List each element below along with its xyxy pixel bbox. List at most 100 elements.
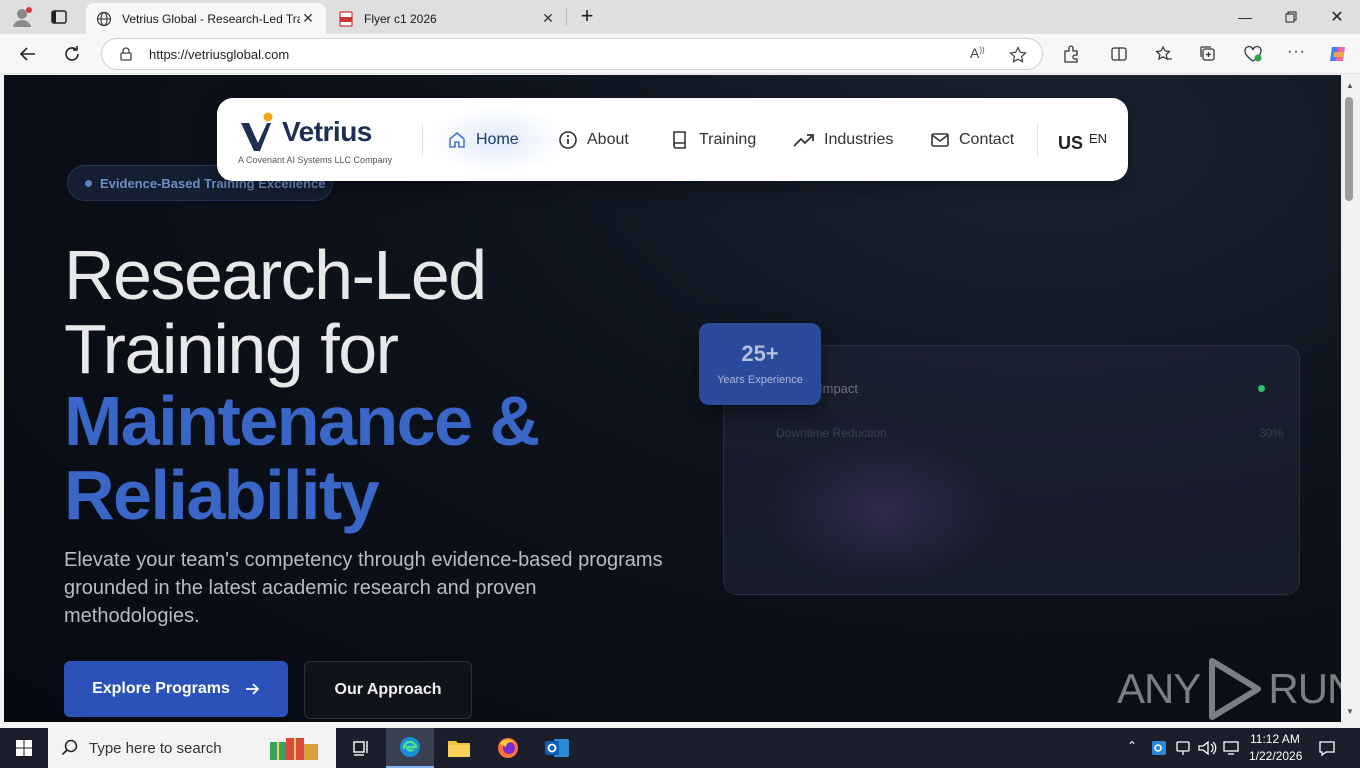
arrow-right-icon bbox=[245, 683, 260, 695]
windows-logo-icon bbox=[16, 740, 32, 756]
play-logo-icon bbox=[1209, 658, 1262, 720]
clock-date[interactable]: 1/22/2026 bbox=[1249, 749, 1302, 763]
scrollbar-thumb[interactable] bbox=[1345, 97, 1353, 201]
refresh-button[interactable] bbox=[58, 40, 86, 68]
taskbar-file-explorer[interactable] bbox=[435, 728, 483, 768]
windows-taskbar: Type here to search ⌃ 11:12 AM 1/22/2026 bbox=[0, 728, 1360, 768]
split-screen-icon[interactable] bbox=[1110, 45, 1128, 63]
outlook-tray-icon[interactable] bbox=[1150, 739, 1168, 757]
experience-value: 25+ bbox=[741, 341, 779, 366]
network-icon[interactable] bbox=[1174, 739, 1192, 757]
profile-avatar[interactable] bbox=[10, 5, 34, 29]
favorites-icon[interactable] bbox=[1155, 45, 1173, 63]
tab-title: Flyer c1 2026 bbox=[364, 11, 437, 26]
tab-flyer[interactable]: Flyer c1 2026 ✕ bbox=[328, 3, 566, 34]
clock-time[interactable]: 11:12 AM bbox=[1250, 732, 1300, 746]
language-flag[interactable]: US bbox=[1058, 133, 1083, 154]
brand-name[interactable]: Vetrius bbox=[282, 116, 372, 148]
lock-icon[interactable] bbox=[119, 47, 133, 61]
task-view-button[interactable] bbox=[337, 728, 385, 768]
restore-icon bbox=[1285, 11, 1297, 23]
page-viewport: Evidence-Based Training Excellence Resea… bbox=[4, 75, 1341, 722]
home-icon bbox=[449, 132, 465, 148]
close-tab-icon[interactable]: ✕ bbox=[300, 10, 316, 27]
mail-icon bbox=[931, 133, 949, 147]
nav-home-label: Home bbox=[476, 131, 519, 148]
nav-divider bbox=[1037, 124, 1038, 156]
back-button[interactable] bbox=[14, 40, 42, 68]
start-button[interactable] bbox=[0, 728, 48, 768]
experience-card: 25+ Years Experience bbox=[699, 323, 821, 405]
tab-divider bbox=[566, 8, 567, 26]
arrow-left-icon bbox=[19, 47, 35, 61]
taskbar-firefox[interactable] bbox=[484, 728, 532, 768]
tab-vetrius[interactable]: Vetrius Global - Research-Led Tra ✕ bbox=[86, 3, 326, 34]
impact-metric-label: Downtime Reduction bbox=[776, 426, 887, 440]
nav-divider bbox=[422, 124, 423, 156]
nav-industries[interactable]: Industries bbox=[793, 128, 893, 152]
our-approach-label: Our Approach bbox=[334, 681, 442, 698]
tab-title: Vetrius Global - Research-Led Tra bbox=[122, 11, 300, 26]
copilot-icon[interactable] bbox=[1327, 43, 1349, 65]
nav-home[interactable]: Home bbox=[447, 128, 519, 152]
impact-metric-value: 30% bbox=[1259, 426, 1284, 440]
browser-essentials-icon[interactable] bbox=[1243, 45, 1263, 63]
experience-label: Years Experience bbox=[717, 374, 803, 386]
nav-training-label: Training bbox=[699, 131, 757, 148]
nav-contact-label: Contact bbox=[959, 131, 1015, 148]
explore-programs-button[interactable]: Explore Programs bbox=[64, 661, 288, 717]
taskbar-search[interactable]: Type here to search bbox=[48, 728, 336, 768]
search-icon bbox=[61, 739, 78, 756]
favorite-star-icon[interactable] bbox=[1009, 46, 1027, 64]
restore-button[interactable] bbox=[1268, 0, 1314, 34]
nav-about[interactable]: About bbox=[558, 128, 629, 152]
pdf-icon bbox=[339, 10, 353, 27]
new-tab-button[interactable]: + bbox=[576, 5, 598, 28]
folder-icon bbox=[448, 741, 470, 757]
address-bar[interactable]: https://vetriusglobal.com A)) bbox=[101, 38, 1043, 70]
watermark-right: RUN bbox=[1268, 665, 1341, 712]
edge-icon bbox=[400, 737, 420, 757]
tab-actions-icon bbox=[51, 10, 67, 24]
url-text[interactable]: https://vetriusglobal.com bbox=[149, 47, 289, 62]
minimize-button[interactable]: — bbox=[1222, 0, 1268, 34]
close-tab-icon[interactable]: ✕ bbox=[540, 10, 556, 27]
task-view-icon bbox=[353, 741, 368, 756]
collections-icon[interactable] bbox=[1199, 45, 1217, 63]
nav-about-label: About bbox=[587, 131, 629, 148]
scroll-up-icon[interactable]: ▲ bbox=[1346, 81, 1354, 90]
tab-actions-button[interactable] bbox=[50, 8, 70, 26]
gifts-icon bbox=[269, 738, 318, 760]
extensions-icon[interactable] bbox=[1062, 45, 1080, 63]
nav-training[interactable]: Training bbox=[670, 128, 756, 152]
taskbar-edge[interactable] bbox=[386, 728, 434, 768]
read-aloud-icon[interactable]: A)) bbox=[970, 45, 985, 61]
status-dot bbox=[1258, 385, 1265, 392]
brand-tagline: A Covenant AI Systems LLC Company bbox=[238, 155, 393, 165]
show-hidden-icons-icon[interactable]: ⌃ bbox=[1127, 739, 1137, 753]
refresh-icon bbox=[65, 46, 79, 61]
watermark-left: ANY bbox=[1117, 665, 1201, 712]
taskbar-outlook[interactable] bbox=[533, 728, 581, 768]
browser-tab-strip: Vetrius Global - Research-Led Tra ✕ Flye… bbox=[0, 0, 1360, 34]
hero-title-highlight-2: Reliability bbox=[64, 456, 380, 534]
language-code[interactable]: EN bbox=[1089, 131, 1107, 146]
card-glow bbox=[764, 436, 1004, 586]
nav-contact[interactable]: Contact bbox=[930, 128, 1014, 152]
site-navigation: Vetrius A Covenant AI Systems LLC Compan… bbox=[217, 98, 1128, 181]
page-scrollbar[interactable]: ▲ ▼ bbox=[1341, 75, 1360, 722]
hero-title-line-1: Research-Led bbox=[64, 236, 487, 314]
impact-title: Impact bbox=[819, 381, 859, 396]
browser-toolbar: https://vetriusglobal.com A)) ··· bbox=[0, 34, 1360, 74]
profile-icon bbox=[13, 7, 32, 27]
our-approach-button[interactable]: Our Approach bbox=[304, 661, 472, 719]
close-window-button[interactable]: ✕ bbox=[1314, 0, 1360, 34]
volume-icon[interactable] bbox=[1197, 739, 1217, 757]
more-options-icon[interactable]: ··· bbox=[1287, 43, 1306, 61]
display-icon[interactable] bbox=[1222, 739, 1240, 757]
notifications-icon[interactable] bbox=[1318, 739, 1336, 757]
scroll-down-icon[interactable]: ▼ bbox=[1346, 707, 1354, 716]
search-placeholder: Type here to search bbox=[89, 739, 222, 757]
badge-dot bbox=[85, 180, 92, 187]
vetrius-logo-icon[interactable] bbox=[237, 111, 279, 153]
